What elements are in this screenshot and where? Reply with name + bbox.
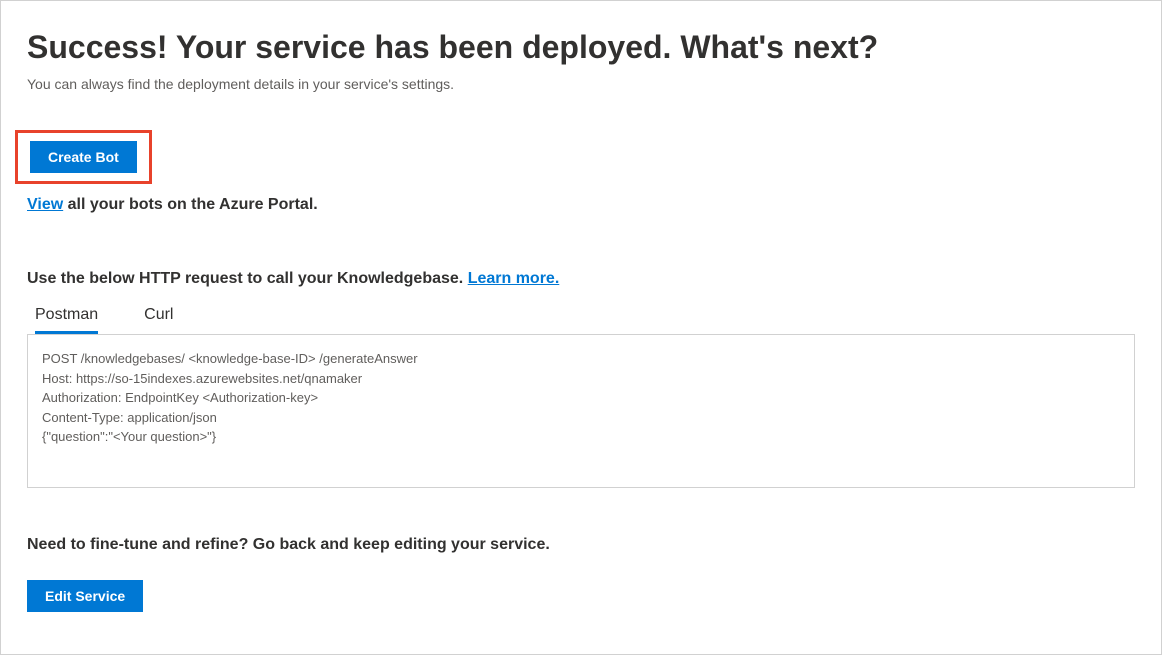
edit-service-button[interactable]: Edit Service <box>27 580 143 612</box>
http-section-title: Use the below HTTP request to call your … <box>27 270 1135 288</box>
http-request-code: POST /knowledgebases/ <knowledge-base-ID… <box>27 334 1135 488</box>
code-line-5: {"question":"<Your question>"} <box>42 427 1120 447</box>
create-bot-button[interactable]: Create Bot <box>30 141 137 173</box>
tab-postman[interactable]: Postman <box>35 306 98 334</box>
view-bots-link[interactable]: View <box>27 196 63 213</box>
code-line-2: Host: https://so-15indexes.azurewebsites… <box>42 369 1120 389</box>
learn-more-link[interactable]: Learn more. <box>468 270 560 287</box>
page-title: Success! Your service has been deployed.… <box>27 29 1135 66</box>
code-line-3: Authorization: EndpointKey <Authorizatio… <box>42 388 1120 408</box>
tab-curl[interactable]: Curl <box>144 306 173 334</box>
page-subtitle: You can always find the deployment detai… <box>27 76 1135 92</box>
code-line-1: POST /knowledgebases/ <knowledge-base-ID… <box>42 349 1120 369</box>
code-tabs: Postman Curl <box>27 306 1135 334</box>
create-bot-highlight: Create Bot <box>15 130 152 184</box>
code-line-4: Content-Type: application/json <box>42 408 1120 428</box>
view-bots-suffix: all your bots on the Azure Portal. <box>63 196 318 213</box>
http-title-prefix: Use the below HTTP request to call your … <box>27 270 468 287</box>
deployment-success-panel: Success! Your service has been deployed.… <box>0 0 1162 655</box>
fine-tune-title: Need to fine-tune and refine? Go back an… <box>27 536 1135 554</box>
view-bots-line: View all your bots on the Azure Portal. <box>27 196 1135 214</box>
